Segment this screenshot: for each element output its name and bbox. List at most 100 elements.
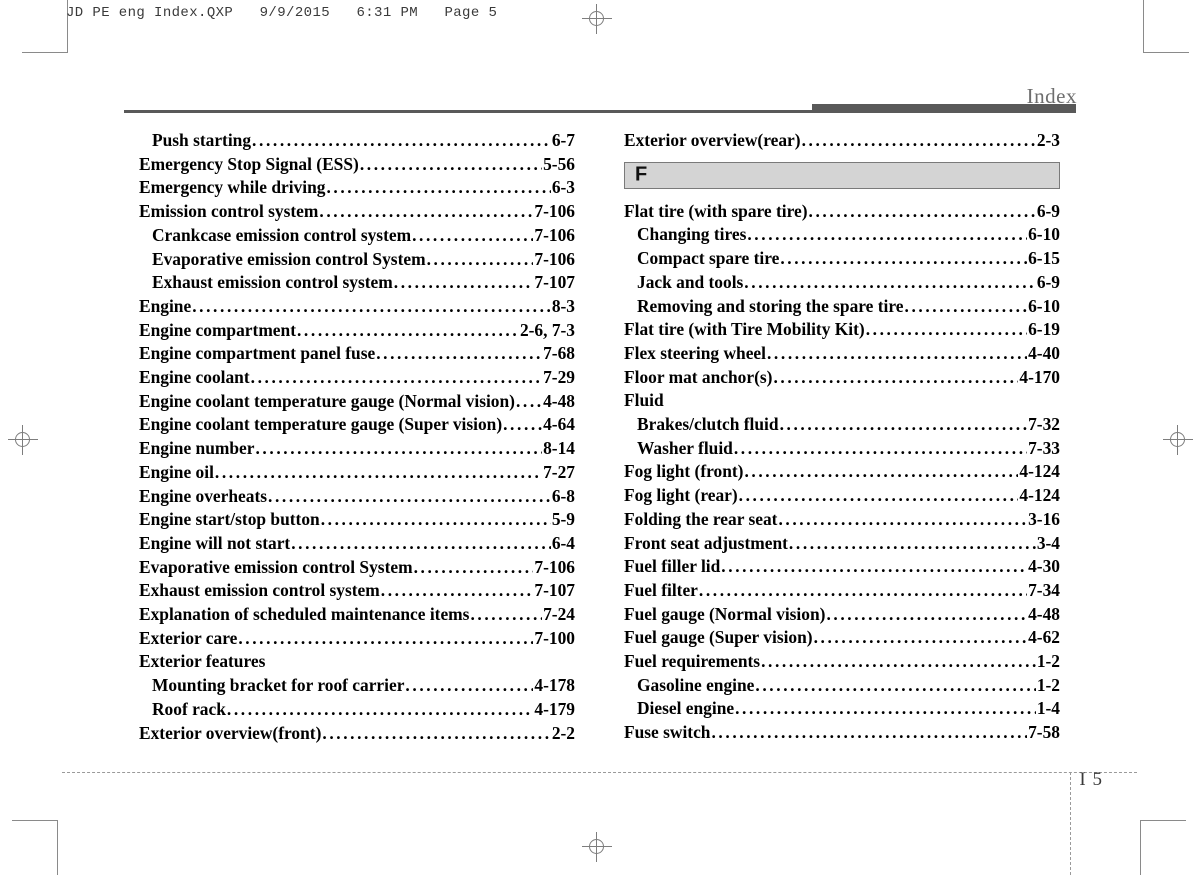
index-entry-title: Fuel gauge (Super vision) — [624, 627, 813, 648]
index-entry-title: Fuse switch — [624, 722, 711, 743]
index-leader-dots: ........................................… — [426, 248, 534, 269]
index-entry[interactable]: Fuel gauge (Normal vision)..............… — [624, 603, 1060, 627]
index-entry[interactable]: Engine..................................… — [139, 295, 575, 319]
index-entry[interactable]: Evaporative emission control System.....… — [139, 556, 575, 580]
index-entry[interactable]: Folding the rear seat...................… — [624, 508, 1060, 532]
index-entry[interactable]: Emission control system.................… — [139, 200, 575, 224]
index-entry-title: Engine coolant temperature gauge (Normal… — [139, 390, 515, 411]
index-entry-page: 7-106 — [534, 224, 575, 245]
index-entry-page: 1-2 — [1036, 674, 1060, 695]
index-entry[interactable]: Fuse switch.............................… — [624, 721, 1060, 745]
index-entry[interactable]: Washer fluid............................… — [624, 437, 1060, 461]
index-entry-title: Fog light (front) — [624, 461, 744, 482]
index-entry-page: 7-68 — [543, 343, 575, 364]
index-entry[interactable]: Gasoline engine.........................… — [624, 674, 1060, 698]
index-entry-title: Engine number — [139, 438, 255, 459]
index-entry[interactable]: Engine number...........................… — [139, 437, 575, 461]
index-entry[interactable]: Exhaust emission control system.........… — [139, 579, 575, 603]
index-entry[interactable]: Crankcase emission control system.......… — [139, 224, 575, 248]
index-column-right: Exterior overview(rear).................… — [624, 129, 1060, 745]
index-entry[interactable]: Flex steering wheel.....................… — [624, 342, 1060, 366]
index-entry-page: 6-10 — [1028, 224, 1060, 245]
index-entry[interactable]: Engine start/stop button................… — [139, 508, 575, 532]
index-entry[interactable]: Changing tires..........................… — [624, 223, 1060, 247]
index-entry[interactable]: Exterior care...........................… — [139, 627, 575, 651]
index-entry-page: 6-10 — [1028, 295, 1060, 316]
index-entry-title: Engine will not start — [139, 532, 291, 553]
index-entry-title: Gasoline engine — [637, 674, 755, 695]
index-leader-dots: ........................................… — [320, 509, 551, 530]
index-leader-dots: ........................................… — [268, 485, 551, 506]
index-entry[interactable]: Exterior features — [139, 650, 575, 674]
index-section-header-f: F — [624, 161, 1060, 189]
index-entry[interactable]: Fluid — [624, 389, 1060, 413]
index-entry[interactable]: Fuel gauge (Super vision)...............… — [624, 626, 1060, 650]
header-rule-thick — [812, 104, 1076, 113]
index-entry[interactable]: Mounting bracket for roof carrier.......… — [139, 674, 575, 698]
index-entry[interactable]: Diesel engine...........................… — [624, 697, 1060, 721]
index-entry-page: 6-9 — [1036, 200, 1060, 221]
index-entry[interactable]: Engine oil..............................… — [139, 461, 575, 485]
index-entry-page: 5-9 — [551, 509, 575, 530]
index-entry[interactable]: Exterior overview(rear).................… — [624, 129, 1060, 153]
index-entry[interactable]: Flat tire (with spare tire).............… — [624, 200, 1060, 224]
index-entry[interactable]: Explanation of scheduled maintenance ite… — [139, 603, 575, 627]
index-entry-title: Changing tires — [637, 224, 747, 245]
index-entry-page: 7-33 — [1028, 437, 1060, 458]
index-entry[interactable]: Emergency Stop Signal (ESS).............… — [139, 153, 575, 177]
index-entry[interactable]: Front seat adjustment...................… — [624, 532, 1060, 556]
index-leader-dots: ........................................… — [380, 580, 534, 601]
index-entry-title: Exterior overview(rear) — [624, 130, 801, 150]
index-leader-dots: ........................................… — [780, 248, 1027, 269]
index-entry[interactable]: Emergency while driving.................… — [139, 176, 575, 200]
index-entry[interactable]: Push starting...........................… — [139, 129, 575, 153]
index-leader-dots: ........................................… — [470, 604, 543, 625]
index-entry-page: 6-9 — [1036, 271, 1060, 292]
index-leader-dots: ........................................… — [252, 130, 551, 150]
index-entry[interactable]: Exterior overview(front)................… — [139, 722, 575, 746]
index-entry[interactable]: Fuel filter.............................… — [624, 579, 1060, 603]
index-section-letter: F — [635, 163, 648, 186]
index-entry[interactable]: Roof rack...............................… — [139, 698, 575, 722]
index-entry[interactable]: Fog light (rear)........................… — [624, 484, 1060, 508]
index-entry-title: Flat tire (with Tire Mobility Kit) — [624, 319, 865, 340]
index-entry-title: Fluid — [624, 390, 664, 411]
index-entry[interactable]: Engine will not start...................… — [139, 532, 575, 556]
index-entry-title: Roof rack — [152, 698, 226, 719]
index-entry[interactable]: Fuel filler lid.........................… — [624, 555, 1060, 579]
index-entry-title: Fuel requirements — [624, 651, 761, 672]
index-entry[interactable]: Removing and storing the spare tire.....… — [624, 295, 1060, 319]
index-entry[interactable]: Engine coolant..........................… — [139, 366, 575, 390]
index-entry[interactable]: Engine overheats........................… — [139, 485, 575, 509]
index-entry-page: 4-124 — [1019, 461, 1060, 482]
index-leader-dots: ........................................… — [413, 556, 534, 577]
index-entry-title: Folding the rear seat — [624, 508, 778, 529]
index-entry[interactable]: Fuel requirements.......................… — [624, 650, 1060, 674]
index-entry[interactable]: Jack and tools..........................… — [624, 271, 1060, 295]
index-entry[interactable]: Engine coolant temperature gauge (Normal… — [139, 390, 575, 414]
index-entry[interactable]: Engine compartment panel fuse...........… — [139, 342, 575, 366]
index-entry-title: Exhaust emission control system — [139, 580, 380, 601]
index-entry[interactable]: Floor mat anchor(s).....................… — [624, 366, 1060, 390]
index-entry[interactable]: Flat tire (with Tire Mobility Kit)......… — [624, 318, 1060, 342]
trim-guide-horizontal — [62, 772, 1137, 773]
index-entry-page: 4-170 — [1019, 366, 1060, 387]
index-leader-dots: ........................................… — [744, 271, 1036, 292]
index-entry[interactable]: Compact spare tire......................… — [624, 247, 1060, 271]
index-entry-title: Flat tire (with spare tire) — [624, 200, 808, 221]
index-leader-dots: ........................................… — [376, 343, 543, 364]
index-entry[interactable]: Engine coolant temperature gauge (Super … — [139, 413, 575, 437]
index-leader-dots: ........................................… — [711, 722, 1027, 743]
index-entry[interactable]: Engine compartment......................… — [139, 319, 575, 343]
index-entry[interactable]: Brakes/clutch fluid.....................… — [624, 413, 1060, 437]
index-leader-dots: ........................................… — [773, 366, 1018, 387]
index-entry-title: Emission control system — [139, 201, 319, 222]
index-entry[interactable]: Evaporative emission control System.....… — [139, 248, 575, 272]
index-leader-dots: ........................................… — [319, 201, 533, 222]
index-leader-dots: ........................................… — [359, 153, 542, 174]
index-entry[interactable]: Fog light (front).......................… — [624, 460, 1060, 484]
trim-guide-vertical — [1070, 772, 1071, 875]
index-entry-page: 2-3 — [1036, 130, 1060, 150]
index-entry[interactable]: Exhaust emission control system.........… — [139, 271, 575, 295]
index-leader-dots: ........................................… — [326, 177, 551, 198]
